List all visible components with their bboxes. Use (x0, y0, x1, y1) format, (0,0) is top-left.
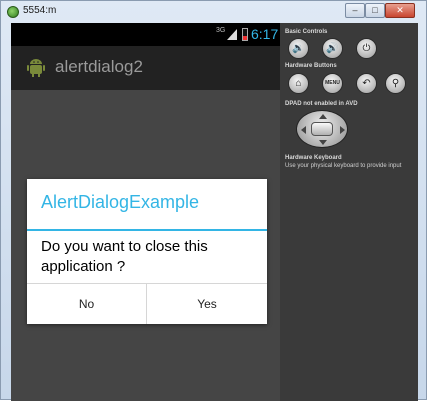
power-icon[interactable]: ⏻ (356, 38, 377, 59)
no-button[interactable]: No (27, 284, 147, 324)
menu-button[interactable]: MENU (322, 73, 343, 94)
maximize-button[interactable]: □ (365, 3, 385, 18)
hardware-keyboard-label: Hardware Keyboard (285, 155, 342, 161)
android-icon (27, 59, 45, 77)
volume-up-icon[interactable]: 🔊 (322, 38, 343, 59)
dpad-center-button[interactable] (311, 122, 333, 136)
hardware-keyboard-hint: Use your physical keyboard to provide in… (285, 163, 402, 169)
dialog-title: AlertDialogExample (41, 192, 200, 212)
status-clock: 6:17 (251, 26, 279, 42)
dialog-message: Do you want to close this application ? (41, 238, 208, 275)
dpad-left-icon[interactable] (301, 126, 306, 134)
basic-controls-label: Basic Controls (285, 29, 328, 35)
window-title: 5554:m (23, 5, 57, 16)
back-icon[interactable]: ↶ (356, 73, 377, 94)
emulator-control-panel: Basic Controls 🔉 🔊 ⏻ Hardware Buttons ⌂ … (280, 23, 418, 401)
device-screen: 3G 6:17 alertdialog2 AlertDialogExample … (11, 23, 280, 401)
signal-icon (227, 29, 237, 40)
network-type: 3G (216, 27, 226, 34)
dpad-down-icon[interactable] (319, 140, 327, 145)
minimize-button[interactable]: – (345, 3, 365, 18)
battery-icon (242, 28, 248, 41)
title-bar[interactable]: 5554:m – □ ✕ (1, 1, 426, 23)
dpad-right-icon[interactable] (340, 126, 345, 134)
search-icon[interactable]: ⚲ (385, 73, 406, 94)
dpad[interactable] (296, 110, 348, 148)
action-bar: alertdialog2 (11, 46, 280, 90)
volume-down-icon[interactable]: 🔉 (288, 38, 309, 59)
dialog-button-bar: No Yes (27, 283, 267, 324)
emulator-body: 3G 6:17 alertdialog2 AlertDialogExample … (11, 23, 418, 401)
close-button[interactable]: ✕ (385, 3, 415, 18)
hardware-buttons-label: Hardware Buttons (285, 63, 337, 69)
status-bar: 3G 6:17 (11, 23, 280, 46)
alert-dialog: AlertDialogExample Do you want to close … (27, 179, 267, 324)
home-icon[interactable]: ⌂ (288, 73, 309, 94)
emulator-window: 5554:m – □ ✕ 3G 6:17 alertdialog2 AlertD… (0, 0, 427, 401)
yes-button[interactable]: Yes (147, 284, 267, 324)
app-title: alertdialog2 (55, 57, 143, 76)
dpad-up-icon[interactable] (319, 114, 327, 119)
dialog-divider (27, 229, 267, 231)
emulator-icon (7, 6, 19, 18)
dpad-label: DPAD not enabled in AVD (285, 101, 358, 107)
